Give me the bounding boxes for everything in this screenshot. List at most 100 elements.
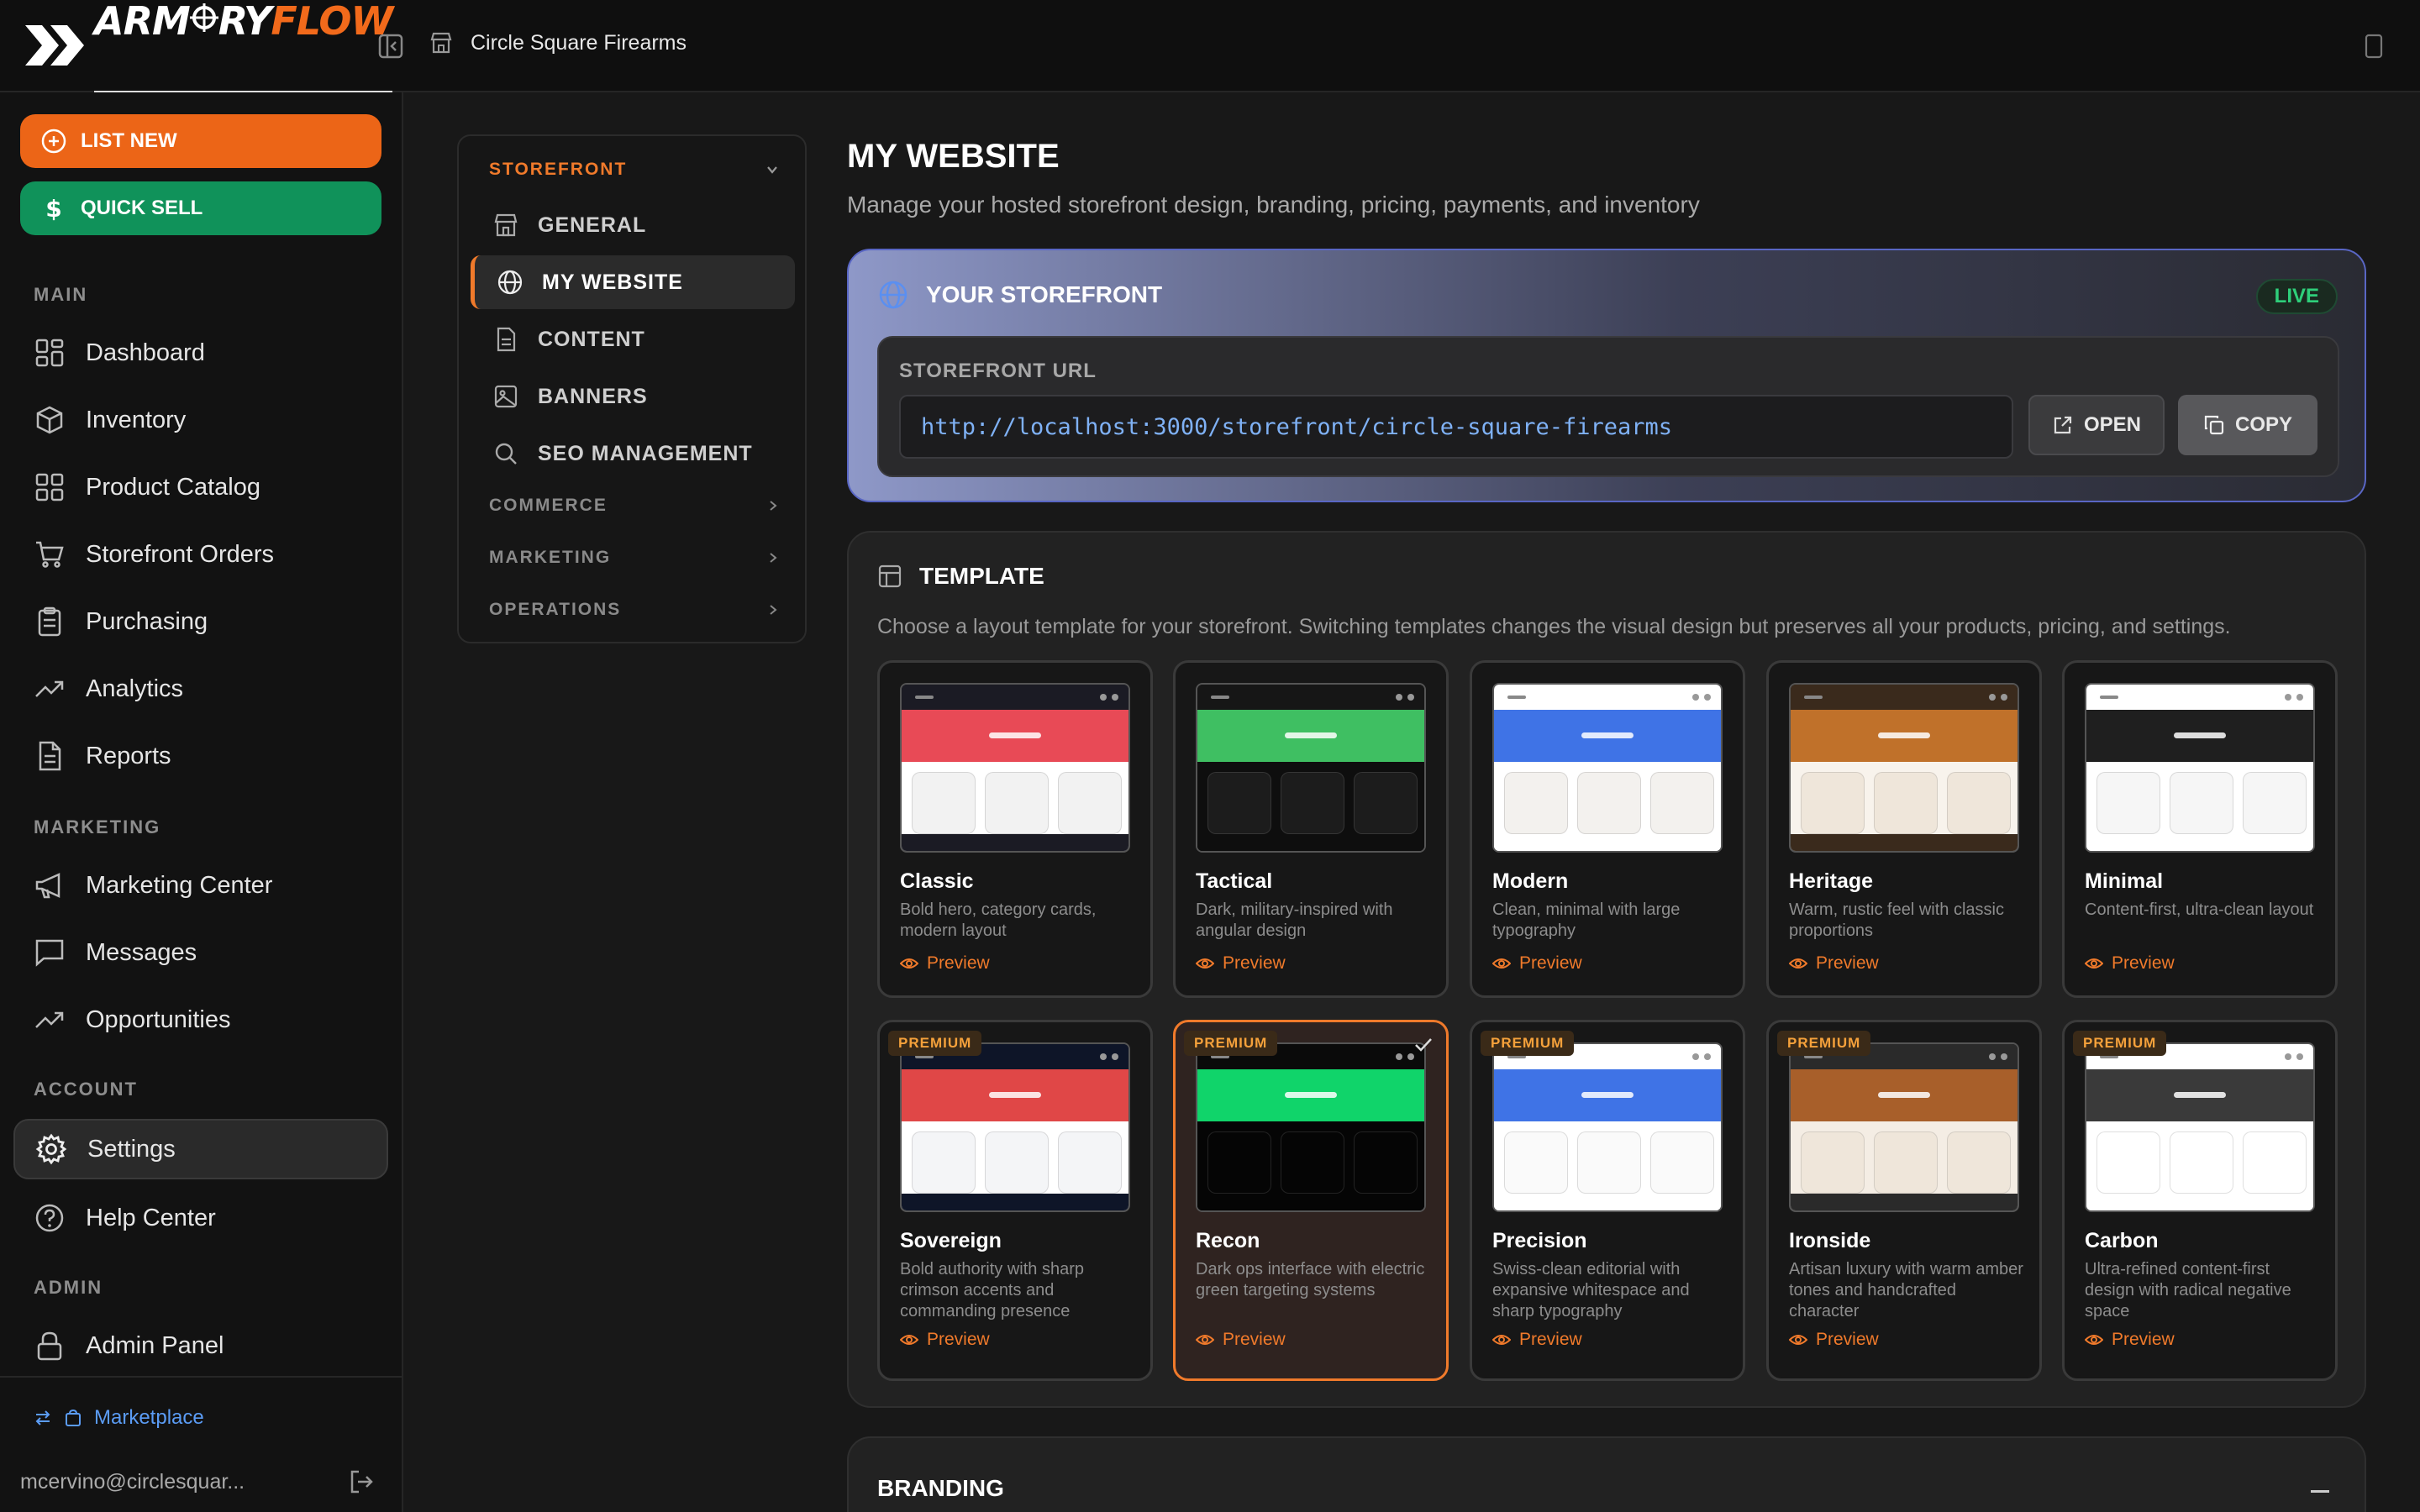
template-thumbnail xyxy=(900,1042,1130,1212)
copy-url-button[interactable]: COPY xyxy=(2178,395,2317,455)
template-preview-link[interactable]: Preview xyxy=(1196,1330,1286,1350)
template-preview-link[interactable]: Preview xyxy=(1492,1330,1582,1350)
logout-icon[interactable] xyxy=(348,1468,375,1495)
template-card-recon[interactable]: PREMIUM Recon Dark ops interface with elec… xyxy=(1173,1020,1449,1381)
store-breadcrumb[interactable]: Circle Square Firearms xyxy=(429,30,687,55)
user-email: mcervino@circlesquar... xyxy=(20,1470,245,1494)
sidebar-item-marketing-center[interactable]: Marketing Center xyxy=(13,855,388,916)
open-storefront-button[interactable]: OPEN xyxy=(2028,395,2165,455)
subnav-item-seo[interactable]: SEO MANAGEMENT xyxy=(471,427,795,480)
template-thumbnail xyxy=(1196,683,1426,853)
template-card-heritage[interactable]: Heritage Warm, rustic feel with classic p… xyxy=(1766,660,2042,998)
store-icon xyxy=(494,213,518,237)
eye-icon xyxy=(1196,1335,1214,1345)
branding-section[interactable]: BRANDING xyxy=(847,1436,2366,1512)
preview-label: Preview xyxy=(927,1330,990,1349)
sidebar-item-label: Dashboard xyxy=(86,339,205,366)
template-thumbnail xyxy=(1789,1042,2019,1212)
dollar-icon: $ xyxy=(45,195,61,222)
template-preview-link[interactable]: Preview xyxy=(900,953,990,974)
template-preview-link[interactable]: Preview xyxy=(1492,953,1582,974)
eye-icon xyxy=(1789,958,1807,969)
sidebar-item-label: Product Catalog xyxy=(86,473,260,501)
subnav-item-banners[interactable]: BANNERS xyxy=(471,370,795,423)
sidebar-item-analytics[interactable]: Analytics xyxy=(13,659,388,719)
sidebar-item-dashboard[interactable]: Dashboard xyxy=(13,323,388,383)
preview-label: Preview xyxy=(1223,953,1286,973)
gear-icon xyxy=(35,1133,67,1165)
subnav-item-content[interactable]: CONTENT xyxy=(471,312,795,366)
sidebar-item-reports[interactable]: Reports xyxy=(13,726,388,786)
template-section: TEMPLATE Choose a layout template for yo… xyxy=(847,531,2366,1408)
template-preview-link[interactable]: Preview xyxy=(1789,953,1879,974)
page-subtitle: Manage your hosted storefront design, br… xyxy=(847,192,1700,218)
template-thumbnail xyxy=(2085,1042,2315,1212)
eye-icon xyxy=(900,1335,918,1345)
clipboard-icon xyxy=(38,606,61,637)
storefront-url-value: http://localhost:3000/storefront/circle-… xyxy=(921,413,1673,440)
template-card-modern[interactable]: Modern Clean, minimal with large typograp… xyxy=(1470,660,1745,998)
sidebar-collapse-icon[interactable] xyxy=(378,34,403,59)
marketplace-link[interactable]: Marketplace xyxy=(34,1406,204,1430)
sidebar-item-opportunities[interactable]: Opportunities xyxy=(13,990,388,1050)
template-card-precision[interactable]: PREMIUM Precision Swiss-clean editorial wi… xyxy=(1470,1020,1745,1381)
sidebar-item-help-center[interactable]: Help Center xyxy=(13,1188,388,1248)
subnav-group-operations[interactable]: OPERATIONS xyxy=(489,600,780,620)
logo-text-ry: RY xyxy=(218,0,272,44)
chevron-right-icon xyxy=(770,501,777,511)
sidebar-item-inventory[interactable]: Inventory xyxy=(13,390,388,450)
armoryflow-logo[interactable]: ARM crosshair-o RY FLOW xyxy=(25,0,393,93)
subnav-group-commerce[interactable]: COMMERCE xyxy=(489,496,780,516)
template-card-classic[interactable]: Classic Bold hero, category cards, modern… xyxy=(877,660,1153,998)
storefront-url-label: STOREFRONT URL xyxy=(899,360,1097,382)
template-thumbnail xyxy=(1492,683,1723,853)
subnav-item-general[interactable]: GENERAL xyxy=(471,198,795,252)
cart-icon xyxy=(36,541,64,568)
template-preview-link[interactable]: Preview xyxy=(2085,1330,2175,1350)
template-preview-link[interactable]: Preview xyxy=(1789,1330,1879,1350)
quick-sell-button[interactable]: $ QUICK SELL xyxy=(20,181,381,235)
globe-icon xyxy=(879,281,908,309)
premium-badge-label: PREMIUM xyxy=(898,1035,972,1051)
section-label-main: MAIN xyxy=(34,284,88,305)
collapse-minus-icon[interactable] xyxy=(2311,1490,2329,1493)
sidebar-item-purchasing[interactable]: Purchasing xyxy=(13,591,388,652)
sidebar-item-label: Analytics xyxy=(86,675,184,702)
template-description-text: Clean, minimal with large typography xyxy=(1492,900,1681,940)
template-preview-link[interactable]: Preview xyxy=(900,1330,990,1350)
premium-badge-label: PREMIUM xyxy=(1787,1035,1861,1051)
template-name: Carbon xyxy=(2085,1229,2159,1252)
copy-icon xyxy=(2204,415,2224,435)
layout-icon xyxy=(878,564,902,588)
template-description-text: Artisan luxury with warm amber tones and… xyxy=(1789,1260,2023,1320)
sidebar-item-product-catalog[interactable]: Product Catalog xyxy=(13,457,388,517)
template-card-carbon[interactable]: PREMIUM Carbon Ultra-refined content-first… xyxy=(2062,1020,2338,1381)
subnav-item-my-website[interactable]: MY WEBSITE xyxy=(471,255,795,309)
sidebar-item-label: Marketing Center xyxy=(86,871,273,899)
subnav-group-storefront[interactable]: STOREFRONT xyxy=(489,160,780,180)
svg-text:$: $ xyxy=(45,195,61,222)
premium-badge: PREMIUM xyxy=(2073,1031,2167,1056)
template-card-ironside[interactable]: PREMIUM Ironside Artisan luxury with warm … xyxy=(1766,1020,2042,1381)
storefront-heading: YOUR STOREFRONT xyxy=(926,281,1163,307)
trending-up-icon xyxy=(35,1011,64,1028)
sidebar-item-label: Opportunities xyxy=(86,1005,231,1033)
list-new-button[interactable]: LIST NEW xyxy=(20,114,381,168)
sidebar-item-admin-panel[interactable]: Admin Panel xyxy=(13,1315,388,1376)
template-card-sovereign[interactable]: PREMIUM Sovereign Bold authority with shar… xyxy=(877,1020,1153,1381)
live-status-label: LIVE xyxy=(2274,285,2319,307)
sidebar-item-settings[interactable]: Settings xyxy=(13,1119,388,1179)
mobile-device-icon[interactable] xyxy=(2365,34,2383,59)
subnav-group-marketing[interactable]: MARKETING xyxy=(489,548,780,568)
template-card-minimal[interactable]: Minimal Content-first, ultra-clean layout… xyxy=(2062,660,2338,998)
sidebar: LIST NEW $ QUICK SELL MAIN Dashboard Inv… xyxy=(0,92,403,1512)
template-name: Tactical xyxy=(1196,869,1273,893)
image-icon xyxy=(494,385,518,408)
sidebar-item-storefront-orders[interactable]: Storefront Orders xyxy=(13,524,388,585)
section-label-marketing: MARKETING xyxy=(34,816,161,837)
template-preview-link[interactable]: Preview xyxy=(1196,953,1286,974)
storefront-url-field[interactable]: http://localhost:3000/storefront/circle-… xyxy=(899,395,2013,459)
template-preview-link[interactable]: Preview xyxy=(2085,953,2175,974)
template-card-tactical[interactable]: Tactical Dark, military-inspired with ang… xyxy=(1173,660,1449,998)
sidebar-item-messages[interactable]: Messages xyxy=(13,922,388,983)
